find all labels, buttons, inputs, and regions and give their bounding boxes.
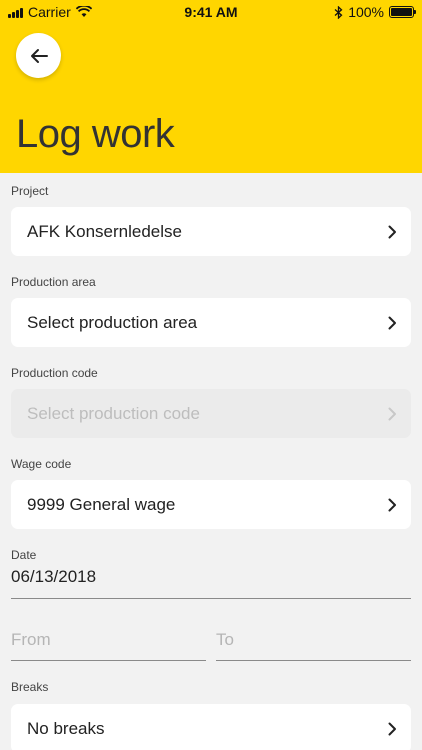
production-code-label: Production code: [11, 366, 98, 380]
chevron-right-icon: [388, 407, 397, 421]
project-label: Project: [11, 184, 49, 198]
date-label: Date: [11, 548, 37, 562]
breaks-select[interactable]: No breaks: [11, 704, 411, 750]
status-right: 100%: [334, 4, 416, 20]
wage-code-label: Wage code: [11, 457, 72, 471]
date-underline: [11, 598, 411, 599]
wage-code-value: 9999 General wage: [27, 494, 176, 514]
to-underline: [216, 660, 411, 661]
header: Carrier 9:41 AM 100% Log work: [0, 0, 422, 173]
production-area-value: Select production area: [27, 312, 198, 332]
wage-code-select[interactable]: 9999 General wage: [11, 480, 411, 529]
from-input[interactable]: [11, 630, 206, 650]
from-underline: [11, 660, 206, 661]
arrow-left-icon: [30, 48, 48, 63]
production-code-value: Select production code: [27, 403, 200, 423]
back-button[interactable]: [16, 33, 61, 78]
production-area-label: Production area: [11, 275, 96, 289]
project-value: AFK Konsernledelse: [27, 221, 182, 241]
date-input[interactable]: 06/13/2018: [11, 567, 96, 587]
battery-icon: [389, 6, 416, 18]
battery-percent: 100%: [348, 4, 384, 20]
chevron-right-icon: [388, 225, 397, 239]
chevron-right-icon: [388, 498, 397, 512]
project-select[interactable]: AFK Konsernledelse: [11, 207, 411, 256]
chevron-right-icon: [388, 316, 397, 330]
production-area-select[interactable]: Select production area: [11, 298, 411, 347]
production-code-select: Select production code: [11, 389, 411, 438]
battery-fill: [391, 8, 412, 16]
breaks-value: No breaks: [27, 718, 105, 738]
bluetooth-icon: [334, 5, 343, 19]
breaks-label: Breaks: [11, 680, 49, 694]
to-input[interactable]: [216, 630, 411, 650]
page-title: Log work: [16, 112, 175, 156]
chevron-right-icon: [388, 722, 397, 736]
status-bar: Carrier 9:41 AM 100%: [0, 0, 422, 24]
